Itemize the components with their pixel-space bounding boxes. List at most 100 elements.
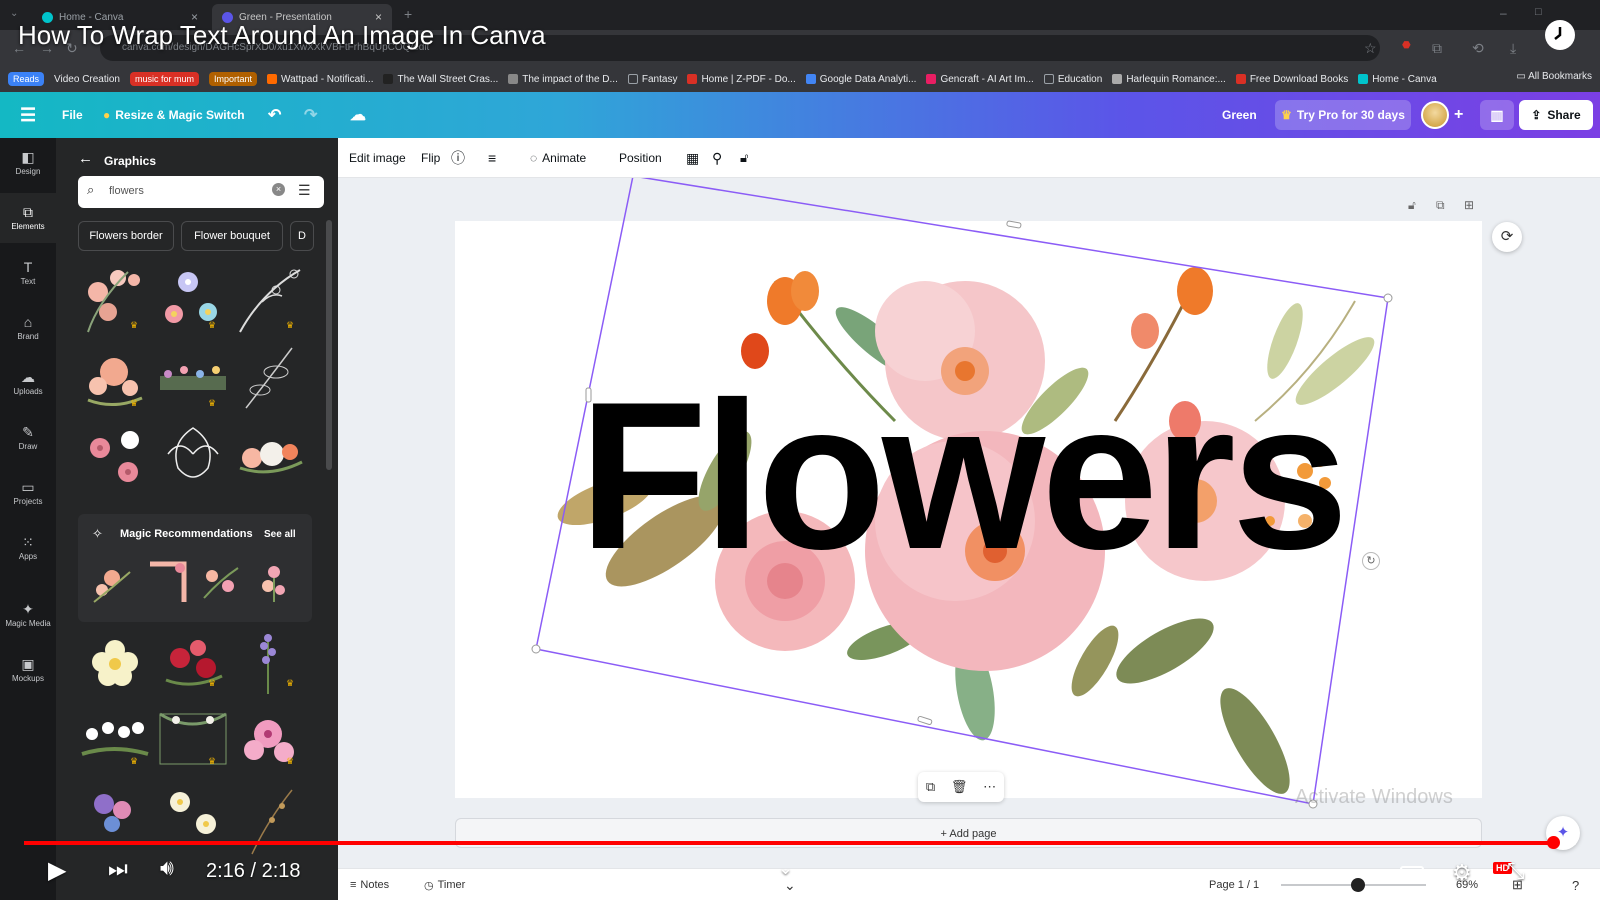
edit-image-button[interactable]: Edit image xyxy=(349,138,406,178)
refresh-suggestions-icon[interactable]: ⟳ xyxy=(1492,222,1522,252)
search-input[interactable]: ⌕ flowers × ☰ xyxy=(78,176,324,208)
graphic-thumb[interactable] xyxy=(78,340,152,414)
bookmark-item[interactable]: Home - Canva xyxy=(1358,74,1437,85)
cloud-save-icon[interactable]: ☁ xyxy=(350,92,366,138)
add-collaborator-icon[interactable]: + xyxy=(1454,92,1463,138)
graphic-thumb[interactable] xyxy=(232,704,306,778)
trash-icon[interactable]: 🗑︎ xyxy=(951,779,968,795)
graphic-thumb[interactable] xyxy=(232,784,306,858)
magic-thumb[interactable] xyxy=(198,558,242,606)
rail-item-apps[interactable]: ⁙ Apps xyxy=(0,523,56,573)
magic-thumb[interactable] xyxy=(144,558,188,606)
graphic-thumb[interactable] xyxy=(232,418,306,492)
rotate-handle-icon[interactable]: ↻ xyxy=(1362,552,1380,570)
bookmark-item[interactable]: Important xyxy=(209,72,258,86)
bookmark-item[interactable]: Education xyxy=(1043,74,1102,85)
zoom-slider-knob[interactable] xyxy=(1351,878,1365,892)
tab-search-icon[interactable]: ⌄ xyxy=(10,8,18,19)
avatar[interactable] xyxy=(1421,101,1449,129)
clear-search-icon[interactable]: × xyxy=(272,183,285,196)
rail-item-uploads[interactable]: ☁ Uploads xyxy=(0,358,56,408)
bookmark-item[interactable]: Free Download Books xyxy=(1235,74,1348,85)
next-icon[interactable]: ⏭︎ xyxy=(108,856,128,882)
transparency-icon[interactable]: ▦ xyxy=(686,138,699,178)
maximize-icon[interactable]: □ xyxy=(1535,6,1542,18)
panel-scrollbar[interactable] xyxy=(326,220,332,470)
settings-gear-icon[interactable]: ⚙︎ xyxy=(1452,860,1472,886)
bookmark-item[interactable]: The Wall Street Cras... xyxy=(383,74,498,85)
more-options-icon[interactable]: ⋯ xyxy=(983,779,996,795)
file-menu[interactable]: File xyxy=(62,92,83,138)
bookmark-item[interactable]: Video Creation xyxy=(54,74,120,85)
rail-item-mockups[interactable]: ▣ Mockups xyxy=(0,645,56,695)
graphic-thumb[interactable] xyxy=(232,262,306,336)
chip-flowers-border[interactable]: Flowers border xyxy=(78,221,174,251)
extensions-icon[interactable]: ⧉ xyxy=(1432,40,1442,57)
selection-frame[interactable] xyxy=(338,178,1600,818)
graphic-thumb[interactable] xyxy=(156,356,230,400)
bookmark-item[interactable]: Google Data Analyti... xyxy=(805,74,916,85)
video-progress-knob[interactable] xyxy=(1546,836,1560,849)
rail-item-draw[interactable]: ✎ Draw xyxy=(0,413,56,463)
try-pro-button[interactable]: ♛ Try Pro for 30 days xyxy=(1275,100,1411,130)
graphic-thumb[interactable] xyxy=(78,784,152,858)
graphic-thumb[interactable] xyxy=(232,340,306,414)
volume-icon[interactable]: 🔊︎ xyxy=(160,855,174,881)
animate-button[interactable]: ◌ Animate xyxy=(530,138,586,178)
magic-thumb[interactable] xyxy=(252,558,296,606)
graphic-thumb[interactable] xyxy=(78,704,152,778)
graphic-thumb[interactable] xyxy=(156,418,230,492)
lock-icon[interactable]: 🔓︎ xyxy=(740,138,748,178)
bookmark-item[interactable]: Wattpad - Notificati... xyxy=(267,74,373,85)
rail-item-elements[interactable]: ⧉ Elements xyxy=(0,193,56,243)
watch-later-icon[interactable] xyxy=(1545,20,1575,50)
exit-fullscreen-icon[interactable]: ⤡ xyxy=(1507,858,1525,884)
bookmark-item[interactable]: The impact of the D... xyxy=(508,74,618,85)
bookmark-item[interactable]: Gencraft - AI Art Im... xyxy=(926,74,1034,85)
minimize-icon[interactable]: – xyxy=(1500,6,1507,20)
adblock-icon[interactable]: ⬣ xyxy=(1402,40,1411,51)
graphic-thumb[interactable] xyxy=(78,418,152,492)
rail-item-projects[interactable]: ▭ Projects xyxy=(0,468,56,518)
graphic-thumb[interactable] xyxy=(156,704,230,778)
position-button[interactable]: Position xyxy=(619,138,662,178)
graphic-thumb[interactable] xyxy=(78,624,152,698)
rail-item-text[interactable]: T Text xyxy=(0,248,56,298)
chip-more[interactable]: D xyxy=(290,221,314,251)
paint-format-icon[interactable]: ⚲ xyxy=(712,138,722,178)
download-icon[interactable]: ⤓ xyxy=(1510,40,1516,57)
redo-icon[interactable]: ↷ xyxy=(304,92,317,138)
magic-thumb[interactable] xyxy=(90,558,134,606)
graphic-thumb[interactable] xyxy=(78,262,152,336)
bookmark-item[interactable]: music for mum xyxy=(130,72,200,86)
share-button[interactable]: ⇪ Share xyxy=(1519,100,1593,130)
graphic-thumb[interactable] xyxy=(156,784,230,858)
graphic-thumb[interactable] xyxy=(232,624,306,698)
captions-button[interactable]: CC xyxy=(1400,866,1424,884)
see-all-link[interactable]: See all xyxy=(264,529,296,540)
rail-item-brand[interactable]: ⌂ Brand xyxy=(0,303,56,353)
notes-button[interactable]: ≡ Notes xyxy=(350,869,389,900)
all-bookmarks[interactable]: ▭ All Bookmarks xyxy=(1516,71,1592,82)
undo-icon[interactable]: ↶ xyxy=(268,92,281,138)
bookmark-item[interactable]: Home | Z-PDF - Do... xyxy=(687,74,796,85)
timer-button[interactable]: ◷ Timer xyxy=(424,869,465,900)
back-arrow-icon[interactable]: ← xyxy=(78,150,93,167)
bookmark-star-icon[interactable]: ☆ xyxy=(1364,40,1377,57)
bookmark-item[interactable]: Harlequin Romance:... xyxy=(1112,74,1226,85)
chip-flower-bouquet[interactable]: Flower bouquet xyxy=(181,221,283,251)
graphic-thumb[interactable] xyxy=(156,624,230,698)
analytics-icon[interactable]: ▥ xyxy=(1480,100,1514,130)
bookmark-item[interactable]: Reads xyxy=(8,72,45,86)
design-name[interactable]: Green xyxy=(1222,92,1257,138)
chevron-down-icon[interactable]: ⌄ xyxy=(778,858,793,879)
rail-item-design[interactable]: ◧ Design xyxy=(0,138,56,188)
history-icon[interactable]: ⟲ xyxy=(1472,40,1484,57)
graphic-thumb[interactable] xyxy=(156,262,230,336)
copy-icon[interactable]: ⧉ xyxy=(926,779,935,795)
bookmark-item[interactable]: Fantasy xyxy=(627,74,677,85)
info-icon[interactable]: ⓘ xyxy=(451,138,465,178)
filter-icon[interactable]: ☰ xyxy=(298,182,311,199)
menu-icon[interactable]: ☰ xyxy=(20,92,36,138)
line-weight-icon[interactable]: ≡ xyxy=(488,138,496,178)
